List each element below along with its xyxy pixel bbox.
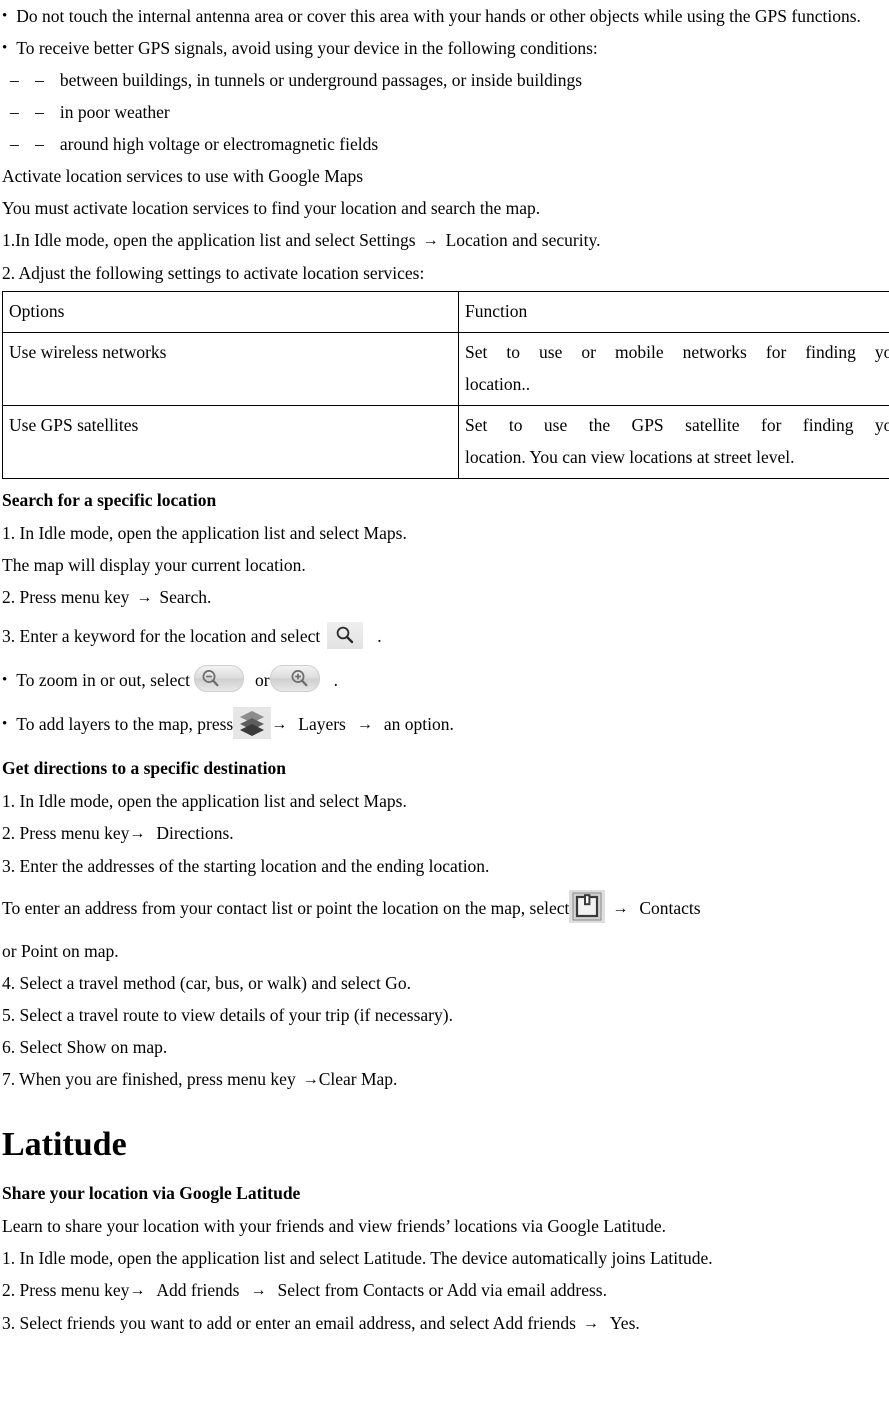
search-location-step-3-after: . bbox=[377, 626, 382, 646]
function-line-1: Set to use the GPS satellite for finding… bbox=[465, 415, 889, 435]
arrow-icon: → bbox=[271, 716, 288, 733]
arrow-icon: → bbox=[136, 589, 153, 606]
activate-step-1-after: Location and security. bbox=[445, 230, 601, 250]
table-header-function: Function bbox=[458, 291, 889, 333]
directions-contact-after: Contacts bbox=[639, 898, 701, 918]
latitude-step-2-mid: Add friends bbox=[156, 1280, 240, 1300]
table-row: Use wireless networks Set to use or mobi… bbox=[2, 332, 889, 406]
gps-sub-item-1: – – between buildings, in tunnels or unde… bbox=[0, 64, 889, 96]
directions-step-4: 4. Select a travel method (car, bus, or … bbox=[2, 973, 411, 993]
activate-intro: You must activate location services to f… bbox=[2, 198, 541, 218]
directions-step-2-after: Directions. bbox=[156, 823, 234, 843]
activate-step-1-before: 1.In Idle mode, open the application lis… bbox=[2, 230, 416, 250]
zoom-bullet-mid: or bbox=[255, 670, 270, 690]
gps-tip-bullet-2: • To receive better GPS signals, avoid us… bbox=[0, 32, 889, 64]
gps-sub-item-1-text: between buildings, in tunnels or undergr… bbox=[59, 70, 583, 90]
latitude-step-3: 3. Select friends you want to add or ent… bbox=[0, 1307, 889, 1340]
location-settings-table: Options Function Use wireless networks S… bbox=[2, 291, 889, 479]
directions-contact-before: To enter an address from your contact li… bbox=[2, 898, 570, 918]
search-location-layers-bullet: • To add layers to the map, press → Layers →… bbox=[0, 702, 889, 747]
arrow-icon: → bbox=[129, 825, 146, 842]
zoom-bullet-before: To zoom in or out, select bbox=[16, 670, 191, 690]
zoom-in-icon[interactable] bbox=[269, 665, 320, 692]
latitude-step-3-before: 3. Select friends you want to add or ent… bbox=[2, 1313, 576, 1333]
gps-sub-item-2-text: in poor weather bbox=[59, 102, 170, 122]
table-cell-function-wireless: Set to use or mobile networks for findin… bbox=[458, 332, 889, 406]
latitude-step-2-after: Select from Contacts or Add via email ad… bbox=[277, 1280, 607, 1300]
table-header-row: Options Function bbox=[2, 291, 889, 333]
page-title: Latitude bbox=[2, 1126, 127, 1163]
directions-contact-line: To enter an address from your contact li… bbox=[0, 882, 889, 935]
table-cell-function-gps: Set to use the GPS satellite for finding… bbox=[458, 405, 889, 479]
latitude-step-1: 1. In Idle mode, open the application li… bbox=[2, 1248, 713, 1268]
search-location-heading: Search for a specific location bbox=[2, 490, 217, 510]
layers-icon[interactable] bbox=[233, 707, 272, 739]
function-line-2: location. You can view locations at stre… bbox=[465, 447, 795, 467]
gps-sub-item-3: – – around high voltage or electromagneti… bbox=[0, 128, 889, 160]
directions-step-7: 7. When you are finished, press menu key… bbox=[0, 1063, 889, 1096]
dash-glyph: – – bbox=[10, 70, 50, 90]
gps-sub-item-2: – – in poor weather bbox=[0, 96, 889, 128]
directions-step-5: 5. Select a travel route to view details… bbox=[2, 1005, 453, 1025]
directions-step-2-before: 2. Press menu key bbox=[2, 823, 130, 843]
table-cell-option-gps: Use GPS satellites bbox=[2, 405, 459, 479]
bullet-glyph: • bbox=[2, 716, 8, 732]
table-header-options: Options bbox=[2, 291, 459, 333]
search-location-note: The map will display your current locati… bbox=[2, 555, 306, 575]
zoom-bullet-after: . bbox=[333, 670, 338, 690]
function-line-2: location.. bbox=[465, 374, 531, 394]
zoom-out-icon[interactable] bbox=[194, 665, 245, 692]
table-cell-option-wireless: Use wireless networks bbox=[2, 332, 459, 406]
document-page: • Do not touch the internal antenna area … bbox=[0, 0, 889, 1421]
arrow-icon: → bbox=[612, 900, 629, 917]
dash-glyph: – – bbox=[10, 134, 50, 154]
table-row: Use GPS satellites Set to use the GPS sa… bbox=[2, 405, 889, 479]
arrow-icon: → bbox=[129, 1282, 146, 1299]
search-location-step-3-before: 3. Enter a keyword for the location and … bbox=[2, 626, 321, 646]
search-location-step-2: 2. Press menu key → Search. bbox=[0, 581, 889, 614]
layers-bullet-mid: Layers bbox=[298, 714, 346, 734]
arrow-icon: → bbox=[582, 1315, 599, 1332]
contacts-icon[interactable] bbox=[569, 890, 606, 923]
arrow-icon: → bbox=[302, 1071, 319, 1088]
layers-bullet-after: an option. bbox=[383, 714, 454, 734]
gps-tip-bullet-1: • Do not touch the internal antenna area … bbox=[0, 0, 889, 32]
latitude-intro: Learn to share your location with your f… bbox=[2, 1216, 666, 1236]
gps-tip-bullet-2-text: To receive better GPS signals, avoid usi… bbox=[16, 38, 598, 58]
latitude-step-3-after: Yes. bbox=[609, 1313, 640, 1333]
search-location-step-3: 3. Enter a keyword for the location and … bbox=[0, 614, 889, 658]
search-location-step-1: 1. In Idle mode, open the application li… bbox=[2, 523, 407, 543]
arrow-icon: → bbox=[422, 232, 439, 249]
latitude-step-2: 2. Press menu key→ Add friends → Select fro… bbox=[0, 1274, 889, 1307]
directions-step-2: 2. Press menu key→ Directions. bbox=[0, 817, 889, 850]
search-location-step-2-before: 2. Press menu key bbox=[2, 587, 130, 607]
directions-step-7-after: Clear Map. bbox=[318, 1069, 398, 1089]
latitude-heading: Share your location via Google Latitude bbox=[2, 1183, 301, 1203]
search-location-step-2-after: Search. bbox=[159, 587, 212, 607]
arrow-icon: → bbox=[250, 1282, 267, 1299]
bullet-glyph: • bbox=[2, 40, 8, 56]
directions-step-7-before: 7. When you are finished, press menu key bbox=[2, 1069, 296, 1089]
dash-glyph: – – bbox=[10, 102, 50, 122]
directions-step-3: 3. Enter the addresses of the starting l… bbox=[2, 856, 490, 876]
activate-heading: Activate location services to use with G… bbox=[2, 166, 364, 186]
bullet-glyph: • bbox=[2, 8, 8, 24]
directions-heading: Get directions to a specific destination bbox=[2, 758, 287, 778]
bullet-glyph: • bbox=[2, 672, 8, 688]
activate-step-2: 2. Adjust the following settings to acti… bbox=[2, 263, 425, 283]
layers-bullet-before: To add layers to the map, press bbox=[16, 714, 234, 734]
arrow-icon: → bbox=[356, 716, 373, 733]
activate-step-1: 1.In Idle mode, open the application lis… bbox=[0, 224, 889, 257]
search-icon[interactable] bbox=[327, 622, 364, 649]
latitude-step-2-before: 2. Press menu key bbox=[2, 1280, 130, 1300]
directions-step-6: 6. Select Show on map. bbox=[2, 1037, 168, 1057]
search-location-zoom-bullet: • To zoom in or out, select or. bbox=[0, 658, 889, 702]
directions-step-1: 1. In Idle mode, open the application li… bbox=[2, 791, 407, 811]
gps-sub-item-3-text: around high voltage or electromagnetic f… bbox=[59, 134, 379, 154]
directions-contact-line-2: or Point on map. bbox=[2, 941, 119, 961]
gps-tip-bullet-1-text: Do not touch the internal antenna area o… bbox=[16, 6, 861, 26]
function-line-1: Set to use or mobile networks for findin… bbox=[465, 342, 889, 362]
